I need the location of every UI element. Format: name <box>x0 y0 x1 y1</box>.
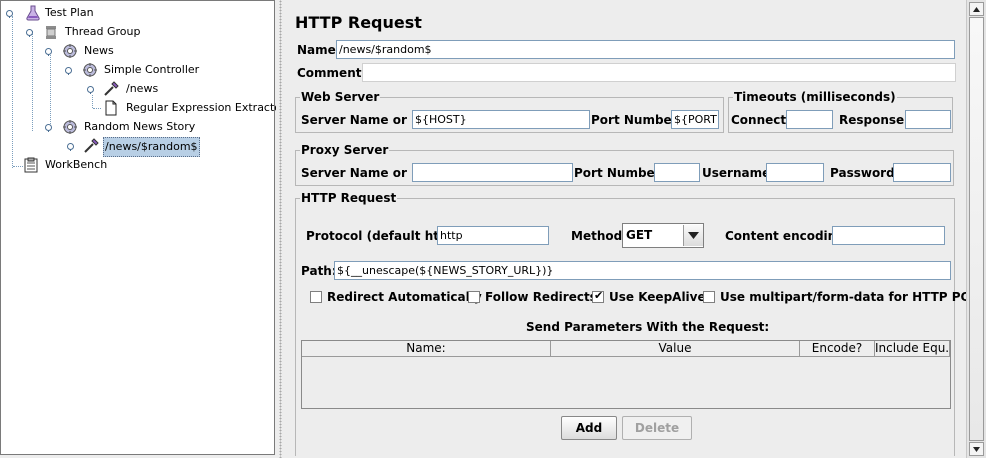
tree-node-label: /news/$random$ <box>103 137 200 157</box>
scroll-down-button[interactable] <box>969 442 984 456</box>
web-server-legend: Web Server <box>301 90 380 104</box>
name-label: Name: <box>297 43 341 57</box>
connect-timeout-field[interactable] <box>786 110 833 129</box>
proxy-server-legend: Proxy Server <box>301 143 389 157</box>
use-keepalive-checkbox[interactable] <box>592 289 604 303</box>
test-plan-tree[interactable]: Test Plan Thread Group News Simple Contr… <box>0 0 286 455</box>
expand-handle-icon[interactable] <box>64 66 73 75</box>
redirect-automatically-label: Redirect Automatically <box>327 290 482 304</box>
pipette-icon <box>104 81 119 96</box>
tree-node-label: WorkBench <box>45 158 108 171</box>
content-encoding-label: Content encoding: <box>725 229 850 243</box>
proxy-username-label: Username <box>702 166 771 180</box>
flask-icon <box>26 5 40 21</box>
expand-handle-icon[interactable] <box>5 9 14 18</box>
http-request-panel: HTTP Request Name: /news/$random$ Commen… <box>285 0 986 458</box>
params-title: Send Parameters With the Request: <box>526 320 770 334</box>
timeouts-legend: Timeouts (milliseconds) <box>734 90 896 104</box>
connect-label: Connect: <box>731 113 791 127</box>
splitter-grip <box>279 0 282 458</box>
split-pane-divider[interactable] <box>276 0 285 458</box>
http-request-legend: HTTP Request <box>301 191 397 205</box>
arrow-up-icon <box>973 7 980 12</box>
arrow-down-icon <box>973 447 980 452</box>
multipart-label: Use multipart/form-data for HTTP POST <box>720 290 986 304</box>
proxy-port-label: Port Number: <box>574 166 666 180</box>
proxy-username-field[interactable] <box>766 163 824 182</box>
parameters-table[interactable]: Name: Value Encode? Include Equ... <box>301 340 951 409</box>
path-label: Path: <box>301 264 337 278</box>
panel-title: HTTP Request <box>295 13 422 32</box>
tree-node-label: News <box>84 44 114 57</box>
port-number-field[interactable]: ${PORT} <box>671 110 719 129</box>
server-name-label: Server Name or IP: <box>301 113 430 127</box>
tree-node-label: Regular Expression Extractor <box>126 101 286 114</box>
scroll-thumb[interactable] <box>969 17 984 441</box>
proxy-password-field[interactable] <box>893 163 951 182</box>
use-keepalive-label: Use KeepAlive <box>609 290 706 304</box>
tree-node-label: Test Plan <box>45 6 94 19</box>
tree-connector <box>93 108 101 109</box>
response-timeout-field[interactable] <box>905 110 951 129</box>
expand-handle-icon[interactable] <box>44 123 53 132</box>
protocol-field[interactable]: http <box>437 226 549 245</box>
controller-gear-icon <box>63 44 77 58</box>
delete-button[interactable]: Delete <box>622 416 692 440</box>
spool-icon <box>46 26 56 39</box>
column-header-value[interactable]: Value <box>551 341 800 357</box>
tree-connector <box>13 166 23 167</box>
document-icon <box>105 100 117 116</box>
name-field[interactable]: /news/$random$ <box>336 40 955 59</box>
chevron-down-icon <box>688 232 699 239</box>
proxy-server-field[interactable] <box>412 163 573 182</box>
controller-gear-icon <box>83 63 97 77</box>
tree-connector <box>50 55 51 128</box>
clipboard-icon <box>24 157 38 173</box>
column-header-include-equals[interactable]: Include Equ... <box>875 341 950 357</box>
add-button[interactable]: Add <box>561 416 617 440</box>
tree-node-label: Random News Story <box>84 120 196 133</box>
proxy-port-field[interactable] <box>654 163 700 182</box>
tree-node-label: Simple Controller <box>104 63 200 76</box>
vertical-scrollbar[interactable] <box>966 0 986 458</box>
column-header-name[interactable]: Name: <box>302 341 551 357</box>
content-encoding-field[interactable] <box>832 226 945 245</box>
column-header-encode[interactable]: Encode? <box>800 341 875 357</box>
path-field[interactable]: ${__unescape(${NEWS_STORY_URL})} <box>334 261 951 280</box>
tree-node-label: /news <box>126 82 159 95</box>
tree-connector <box>32 31 33 131</box>
multipart-checkbox[interactable] <box>703 291 715 303</box>
follow-redirects-label: Follow Redirects <box>485 290 597 304</box>
expand-handle-icon[interactable] <box>86 85 95 94</box>
tree-connector <box>12 16 13 168</box>
method-value: GET <box>626 228 653 242</box>
redirect-automatically-checkbox[interactable] <box>310 291 322 303</box>
pipette-icon <box>84 138 99 153</box>
proxy-password-label: Password <box>830 166 895 180</box>
port-number-label: Port Number: <box>591 113 683 127</box>
expand-handle-icon[interactable] <box>25 28 34 37</box>
expand-handle-icon[interactable] <box>66 142 75 151</box>
method-dropdown-button[interactable] <box>683 225 703 246</box>
comments-field[interactable] <box>362 63 956 82</box>
server-name-field[interactable]: ${HOST} <box>412 110 590 129</box>
follow-redirects-checkbox[interactable] <box>468 291 480 303</box>
tree-connector <box>92 95 93 108</box>
method-label: Method: <box>571 229 627 243</box>
method-select[interactable]: GET <box>622 223 704 248</box>
scroll-up-button[interactable] <box>969 2 984 16</box>
controller-gear-icon <box>63 120 77 134</box>
tree-node-label: Thread Group <box>65 25 141 38</box>
expand-handle-icon[interactable] <box>44 47 53 56</box>
proxy-server-label: Server Name or IP: <box>301 166 430 180</box>
response-label: Response: <box>839 113 909 127</box>
